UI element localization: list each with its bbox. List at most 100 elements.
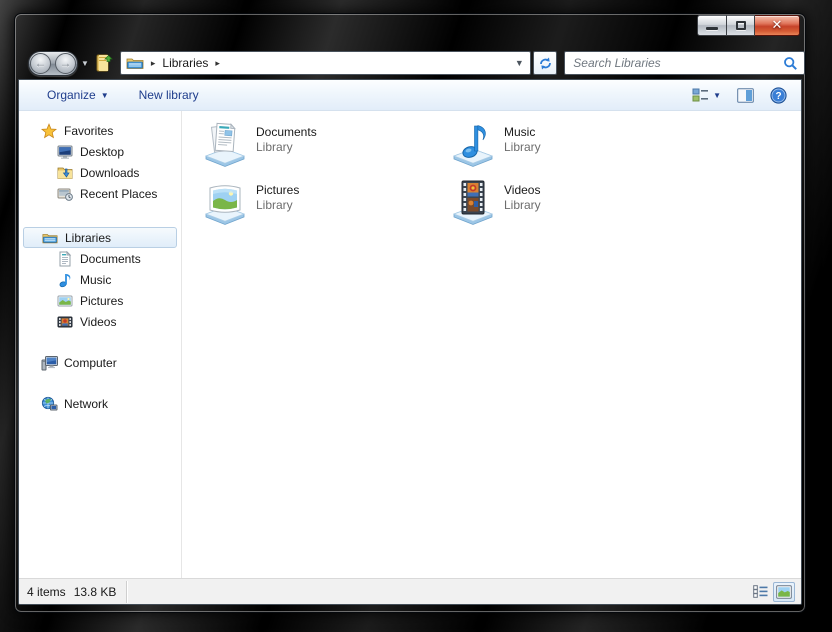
tile-type: Library — [256, 198, 293, 212]
sidebar-item-desktop[interactable]: Desktop — [19, 141, 181, 162]
computer-icon — [41, 355, 59, 371]
tile-pictures[interactable]: Pictures Library — [201, 177, 449, 235]
sidebar-item-label: Downloads — [80, 165, 140, 180]
downloads-icon — [57, 165, 75, 181]
sidebar-item-favorites[interactable]: Favorites — [19, 120, 181, 141]
tile-documents[interactable]: Documents Library — [201, 119, 449, 177]
address-dropdown-icon[interactable]: ▼ — [510, 58, 528, 68]
breadcrumb-libraries[interactable]: Libraries — [162, 56, 208, 70]
window-body: Organize ▼ New library ▼ ? Favorites Des… — [18, 79, 802, 605]
sidebar-item-downloads[interactable]: Downloads — [19, 162, 181, 183]
sidebar-item-documents[interactable]: Documents — [19, 248, 181, 269]
change-view-button[interactable]: ▼ — [688, 85, 725, 106]
address-bar[interactable]: ▸ Libraries ▸ ▼ — [119, 51, 532, 75]
breadcrumb-arrow-icon[interactable]: ▸ — [144, 58, 163, 69]
search-icon[interactable] — [783, 56, 798, 71]
breadcrumb-arrow-icon[interactable]: ▸ — [208, 58, 227, 69]
content-area: Favorites Desktop Downloads Recent Place… — [19, 111, 801, 578]
sidebar-item-label: Libraries — [65, 230, 112, 245]
tile-name: Videos — [504, 183, 541, 197]
network-globe-icon — [41, 396, 59, 412]
preview-pane-icon — [737, 87, 754, 103]
music-library-icon — [449, 119, 497, 167]
sidebar-item-label: Documents — [80, 251, 141, 266]
sidebar-item-network[interactable]: Network — [19, 393, 181, 414]
sidebar-item-libraries[interactable]: Libraries — [23, 227, 177, 248]
tile-type: Library — [256, 140, 293, 154]
back-arrow-icon: ← — [34, 56, 47, 70]
back-button[interactable]: ← — [30, 52, 51, 74]
sidebar-item-label: Desktop — [80, 144, 125, 159]
sidebar-item-music[interactable]: Music — [19, 269, 181, 290]
navigation-bar: ← → ▼ ▸ Libraries ▸ ▼ Search Libraries — [15, 47, 805, 79]
pictures-library-icon — [201, 177, 249, 225]
search-box[interactable]: Search Libraries — [564, 51, 805, 75]
search-placeholder: Search Libraries — [573, 56, 661, 70]
sidebar-item-label: Computer — [64, 355, 117, 370]
total-size: 13.8 KB — [73, 584, 117, 599]
tile-name: Pictures — [256, 183, 300, 197]
statusbar-divider — [126, 580, 128, 603]
up-folder-icon[interactable] — [96, 53, 113, 73]
maximize-icon — [735, 21, 746, 30]
svg-text:?: ? — [775, 91, 781, 102]
help-button[interactable]: ? — [766, 84, 791, 107]
refresh-icon — [539, 57, 551, 69]
tile-name: Documents — [256, 125, 317, 139]
explorer-window: ✕ ← → ▼ ▸ Libraries ▸ ▼ Search Libraries… — [14, 13, 806, 613]
minimize-icon — [706, 27, 718, 30]
sidebar-item-recent-places[interactable]: Recent Places — [19, 183, 181, 204]
videos-library-icon — [449, 177, 497, 225]
desktop: { "window": { "caption": { "minimize": "… — [0, 0, 832, 632]
recent-places-icon — [57, 186, 75, 202]
history-buttons: ← → — [28, 50, 78, 76]
sidebar-item-label: Favorites — [64, 123, 114, 138]
sidebar-item-videos[interactable]: Videos — [19, 311, 181, 332]
item-count: 4 items — [27, 584, 66, 599]
chevron-down-icon: ▼ — [713, 90, 721, 100]
preview-pane-button[interactable] — [733, 85, 758, 106]
close-button[interactable]: ✕ — [755, 15, 800, 36]
refresh-button[interactable] — [533, 51, 558, 75]
forward-arrow-icon: → — [59, 56, 72, 70]
maximize-button[interactable] — [727, 15, 755, 36]
forward-button[interactable]: → — [54, 52, 76, 74]
libraries-folder-icon — [126, 56, 144, 70]
film-icon — [57, 314, 75, 330]
star-icon — [41, 122, 59, 139]
sidebar-item-computer[interactable]: Computer — [19, 352, 181, 373]
organize-label: Organize — [47, 88, 96, 102]
tile-videos[interactable]: Videos Library — [449, 177, 697, 235]
new-library-button[interactable]: New library — [131, 84, 207, 106]
new-library-label: New library — [138, 88, 199, 102]
thumbnail-view-icon — [776, 584, 792, 599]
picture-icon — [57, 293, 75, 309]
documents-library-icon — [201, 119, 249, 167]
music-note-icon — [57, 272, 75, 288]
sidebar-item-label: Recent Places — [80, 186, 158, 201]
details-view-button[interactable] — [749, 582, 771, 602]
recent-pages-dropdown[interactable]: ▼ — [81, 59, 89, 68]
tile-type: Library — [504, 198, 541, 212]
tile-type: Library — [504, 140, 541, 154]
thumbnail-view-button[interactable] — [773, 581, 795, 602]
close-icon: ✕ — [771, 18, 783, 33]
caption-buttons: ✕ — [697, 15, 800, 36]
sidebar-item-pictures[interactable]: Pictures — [19, 290, 181, 311]
libraries-icon — [42, 230, 60, 246]
tile-name: Music — [504, 125, 536, 139]
chevron-down-icon: ▼ — [100, 90, 109, 100]
document-icon — [57, 250, 75, 267]
tile-music[interactable]: Music Library — [449, 119, 697, 177]
organize-button[interactable]: Organize ▼ — [39, 84, 117, 106]
toolbar-right: ▼ ? — [688, 84, 791, 107]
status-bar: 4 items 13.8 KB — [19, 578, 801, 604]
navigation-pane: Favorites Desktop Downloads Recent Place… — [19, 111, 182, 578]
sidebar-item-label: Videos — [80, 314, 117, 329]
help-icon: ? — [770, 86, 787, 104]
command-bar: Organize ▼ New library ▼ ? — [19, 80, 801, 111]
sidebar-item-label: Pictures — [80, 293, 124, 308]
minimize-button[interactable] — [697, 15, 727, 36]
